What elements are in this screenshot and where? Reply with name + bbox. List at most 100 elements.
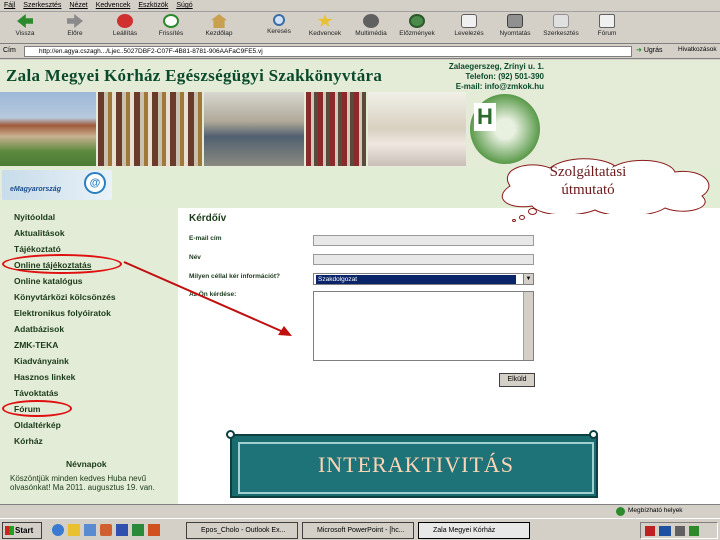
stop-button[interactable]: Leállítás xyxy=(102,14,148,42)
search-icon xyxy=(273,14,285,26)
task-outlook[interactable]: Epos_Cholo - Outlook Ex... xyxy=(186,522,298,539)
menu-bar: Fájl Szerkesztés Nézet Kedvencek Eszközö… xyxy=(0,0,720,12)
email-field[interactable] xyxy=(313,235,534,246)
zone-icon xyxy=(616,507,625,516)
tray-n-icon xyxy=(645,526,655,536)
taskbar: Start Epos_Cholo - Outlook Ex... Microso… xyxy=(0,518,720,540)
favorites-button[interactable]: Kedvencek xyxy=(302,14,348,42)
forward-arrow-icon xyxy=(67,14,83,28)
print-button[interactable]: Nyomtatás xyxy=(492,14,538,42)
highlight-forum xyxy=(2,400,72,417)
media-icon xyxy=(363,14,379,28)
refresh-button[interactable]: Frissítés xyxy=(148,14,194,42)
sidebar-item-databases[interactable]: Adatbázisok xyxy=(14,324,64,334)
menu-favorites[interactable]: Kedvencek xyxy=(96,2,131,9)
history-icon xyxy=(409,14,425,28)
menu-edit[interactable]: Szerkesztés xyxy=(23,2,61,9)
favorites-icon xyxy=(317,14,333,27)
links-button[interactable]: Hivatkozások xyxy=(678,46,720,57)
discuss-button[interactable]: Fórum xyxy=(584,14,630,42)
media-button[interactable]: Multimédia xyxy=(348,14,394,42)
quicklaunch-powerpoint-icon[interactable] xyxy=(148,524,160,536)
sidebar-item-hospital[interactable]: Kórház xyxy=(14,436,43,446)
emagyar-label: eMagyarország xyxy=(10,186,61,193)
history-button[interactable]: Előzmények xyxy=(394,14,440,42)
menu-tools[interactable]: Eszközök xyxy=(138,2,168,9)
topic-select-value: Szakdolgozat xyxy=(316,275,516,284)
question-textarea[interactable] xyxy=(313,291,534,361)
mail-button[interactable]: Levelezés xyxy=(446,14,492,42)
interactivity-banner-text: INTERAKTIVITÁS xyxy=(317,452,515,477)
sidebar-item-interlibrary[interactable]: Könyvtárközi kölcsönzés xyxy=(14,292,116,302)
system-tray xyxy=(640,522,718,539)
sidebar-item-links[interactable]: Hasznos linkek xyxy=(14,372,75,382)
chevron-down-icon[interactable]: ▼ xyxy=(523,274,533,284)
library-photo-4 xyxy=(368,92,466,166)
site-title: Zala Megyei Kórház Egészségügyi Szakköny… xyxy=(6,66,383,85)
menu-file[interactable]: Fájl xyxy=(4,2,15,9)
address-bar: Cím http://en.agya.cszagh.../Ljec..5027D… xyxy=(0,44,720,59)
edit-icon xyxy=(553,14,569,28)
sidebar-item-publications[interactable]: Kiadványaink xyxy=(14,356,69,366)
home-icon xyxy=(211,14,227,28)
callout-bubble-small xyxy=(512,219,516,222)
callout-bubble-medium xyxy=(519,215,525,220)
sidebar-item-catalog[interactable]: Online katalógus xyxy=(14,276,83,286)
submit-button[interactable]: Elküld xyxy=(499,373,535,387)
edit-button[interactable]: Szerkesztés xyxy=(538,14,584,42)
sidebar-item-news[interactable]: Aktualitások xyxy=(14,228,65,238)
scroll-cap-top-left xyxy=(226,430,235,439)
site-contact: Zalaegerszeg, Zrínyi u. 1. Telefon: (92)… xyxy=(448,62,544,91)
logo-letter-h: H xyxy=(474,103,496,131)
home-button[interactable]: Kezdőlap xyxy=(196,14,242,42)
sidebar-item-zmk-teka[interactable]: ZMK-TEKA xyxy=(14,340,58,350)
go-button[interactable]: ➜ Ugrás xyxy=(636,46,670,57)
name-field[interactable] xyxy=(313,254,534,265)
menu-view[interactable]: Nézet xyxy=(69,2,87,9)
library-photo-1 xyxy=(98,92,202,166)
quicklaunch-outlook-icon[interactable] xyxy=(68,524,80,536)
sidebar-item-ejournals[interactable]: Elektronikus folyóiratok xyxy=(14,308,111,318)
forward-button[interactable]: Előre xyxy=(52,14,98,42)
hospital-photo xyxy=(0,92,96,166)
print-icon xyxy=(507,14,523,28)
address-input[interactable]: http://en.agya.cszagh.../Ljec..5027DBF2-… xyxy=(24,46,632,57)
annotation-arrow xyxy=(123,261,292,336)
highlight-online-info xyxy=(2,254,122,274)
form-title: Kérdőív xyxy=(189,213,227,224)
nameday-title: Névnapok xyxy=(66,459,107,469)
refresh-icon xyxy=(163,14,179,28)
quicklaunch-media-icon[interactable] xyxy=(100,524,112,536)
security-zone: Megbízható helyek xyxy=(628,507,683,514)
emagyar-logo-icon: @ xyxy=(84,172,106,194)
nameday-text: Köszöntjük minden kedves Huba nevű olvas… xyxy=(10,474,155,492)
task-browser[interactable]: Zala Megyei Kórház xyxy=(418,522,530,539)
callout-bubble-large xyxy=(528,208,537,215)
sidebar-item-home[interactable]: Nyitóoldal xyxy=(14,212,55,222)
address-label: Cím xyxy=(3,47,16,54)
topic-select[interactable]: Szakdolgozat ▼ xyxy=(313,273,534,285)
sidebar-item-sitemap[interactable]: Oldaltérkép xyxy=(14,420,61,430)
quicklaunch-ie-icon[interactable] xyxy=(52,524,64,536)
menu-help[interactable]: Súgó xyxy=(176,2,192,9)
toolbar: Vissza Előre Leállítás Frissítés Kezdőla… xyxy=(0,12,720,44)
library-photo-3 xyxy=(306,92,366,166)
start-button[interactable]: Start xyxy=(2,522,42,539)
stop-icon xyxy=(117,14,133,28)
quicklaunch-word-icon[interactable] xyxy=(116,524,128,536)
status-bar: Megbízható helyek xyxy=(0,504,720,518)
sidebar-item-info[interactable]: Tájékoztató xyxy=(14,244,61,254)
textarea-scrollbar[interactable] xyxy=(523,292,533,360)
tray-network-icon xyxy=(689,526,699,536)
task-powerpoint[interactable]: Microsoft PowerPoint - [hc... xyxy=(302,522,414,539)
search-button[interactable]: Keresés xyxy=(256,14,302,42)
scroll-cap-top-right xyxy=(589,430,598,439)
quicklaunch-desktop-icon[interactable] xyxy=(84,524,96,536)
library-photo-2 xyxy=(204,92,304,166)
sidebar-item-elearning[interactable]: Távoktatás xyxy=(14,388,58,398)
quicklaunch-excel-icon[interactable] xyxy=(132,524,144,536)
discuss-icon xyxy=(599,14,615,28)
back-arrow-icon xyxy=(17,14,33,28)
back-button[interactable]: Vissza xyxy=(2,14,48,42)
cloud-callout-text: Szolgáltatási útmutató xyxy=(549,164,627,198)
